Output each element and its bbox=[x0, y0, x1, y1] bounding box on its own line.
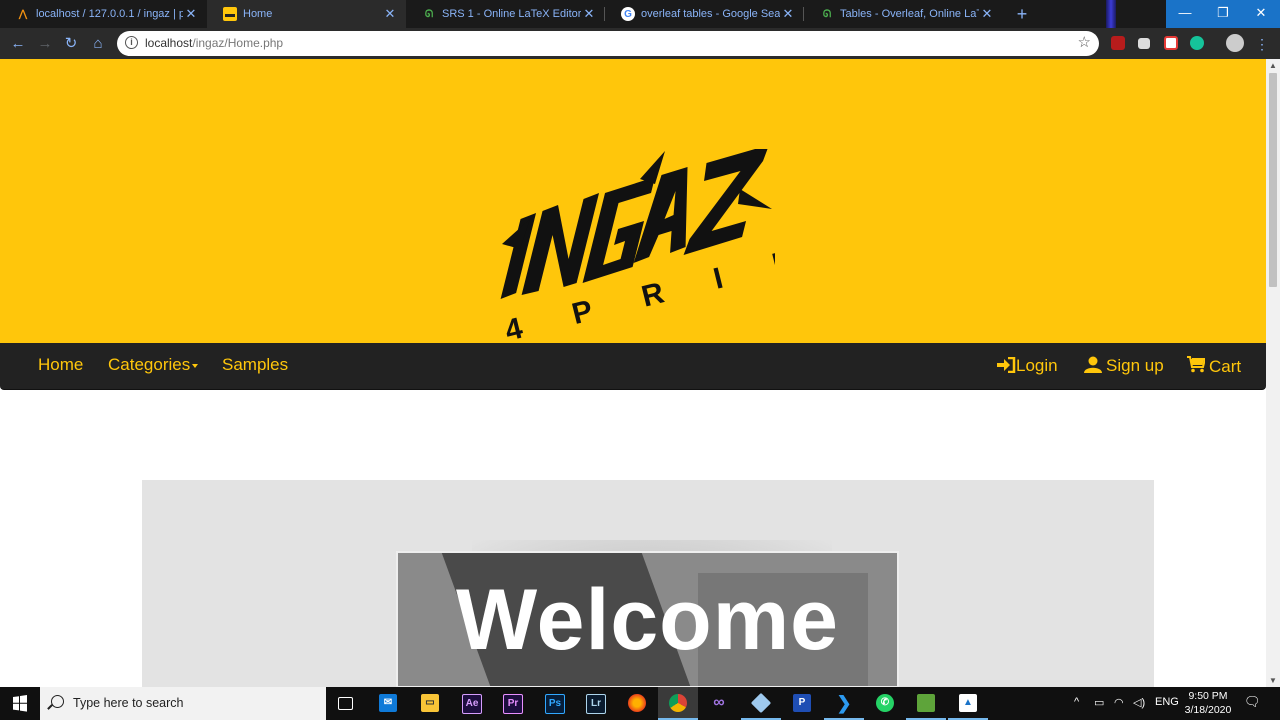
windows-start-icon[interactable] bbox=[0, 687, 40, 720]
restore-button[interactable]: ❐ bbox=[1204, 0, 1242, 28]
notification-icon[interactable]: 🗨 bbox=[1244, 694, 1261, 710]
site-navbar: Home Categories Samples Login Sign up Ca… bbox=[0, 343, 1266, 390]
taskbar-search-box[interactable]: Type here to search bbox=[40, 687, 326, 720]
tab-title: Home bbox=[243, 8, 273, 20]
nav-samples[interactable]: Samples bbox=[222, 355, 288, 375]
phpmyadmin-icon: ⋀ bbox=[18, 8, 28, 20]
reload-button[interactable]: ↻ bbox=[61, 34, 81, 54]
mail-app-icon[interactable]: ✉ bbox=[379, 694, 397, 712]
tab-home[interactable]: ▬ Home ✕ bbox=[207, 0, 406, 28]
back-button[interactable]: ← bbox=[8, 34, 28, 54]
url-host: localhost bbox=[145, 36, 193, 50]
windows-taskbar: Type here to search ✉ ▭ Ae Pr Ps Lr ∞ P … bbox=[0, 687, 1280, 720]
lightroom-icon[interactable]: Lr bbox=[586, 694, 606, 714]
window-controls: — ❐ ✕ bbox=[1166, 0, 1280, 28]
nav-categories-dropdown[interactable]: Categories bbox=[108, 355, 199, 375]
scroll-down-arrow-icon[interactable]: ▼ bbox=[1269, 676, 1277, 685]
home-button[interactable]: ⌂ bbox=[88, 34, 108, 54]
bookmark-star-icon[interactable]: ☆ bbox=[1078, 33, 1091, 51]
close-tab-icon[interactable]: ✕ bbox=[382, 6, 398, 22]
url-path: /ingaz/Home.php bbox=[192, 36, 284, 50]
minimize-button[interactable]: — bbox=[1166, 0, 1204, 28]
page-scrollbar[interactable]: ▲ ▼ bbox=[1266, 59, 1280, 687]
nav-login[interactable]: Login bbox=[996, 356, 1058, 376]
cart-label: Cart bbox=[1209, 357, 1242, 376]
tab-phpmyadmin[interactable]: ⋀ localhost / 127.0.0.1 / ingaz | php ✕ bbox=[0, 0, 207, 28]
signup-label: Sign up bbox=[1106, 356, 1164, 375]
forward-button[interactable]: → bbox=[35, 34, 55, 54]
volume-icon[interactable]: ◁) bbox=[1133, 696, 1145, 709]
scroll-up-arrow-icon[interactable]: ▲ bbox=[1269, 61, 1277, 70]
pdf-extension-icon[interactable] bbox=[1111, 36, 1125, 50]
show-hidden-icons-chevron[interactable]: ^ bbox=[1074, 696, 1079, 708]
tab-title: localhost / 127.0.0.1 / ingaz | php bbox=[36, 8, 183, 20]
overleaf-icon: ᘏ bbox=[822, 8, 832, 20]
tab-srs-overleaf[interactable]: ᘏ SRS 1 - Online LaTeX Editor Overl ✕ bbox=[406, 0, 605, 28]
profile-avatar[interactable] bbox=[1226, 34, 1244, 52]
close-tab-icon[interactable]: ✕ bbox=[183, 6, 199, 22]
after-effects-icon[interactable]: Ae bbox=[462, 694, 482, 714]
p-app-icon[interactable]: P bbox=[793, 694, 811, 712]
chrome-icon[interactable] bbox=[669, 694, 687, 712]
copy-extension-icon[interactable] bbox=[1138, 38, 1150, 49]
welcome-heading: Welcome bbox=[456, 572, 839, 668]
nav-signup[interactable]: Sign up bbox=[1084, 356, 1164, 376]
close-tab-icon[interactable]: ✕ bbox=[581, 6, 597, 22]
pocket-extension-icon[interactable] bbox=[1164, 36, 1178, 50]
language-indicator[interactable]: ENG bbox=[1155, 696, 1179, 708]
task-view-icon[interactable] bbox=[338, 697, 353, 710]
photos-app-icon[interactable]: ▲ bbox=[959, 694, 977, 712]
nav-categories-label: Categories bbox=[108, 355, 191, 374]
google-icon: G bbox=[621, 7, 635, 21]
premiere-icon[interactable]: Pr bbox=[503, 694, 523, 714]
search-placeholder: Type here to search bbox=[73, 696, 184, 710]
vscode-icon[interactable]: ❯ bbox=[835, 694, 853, 712]
new-tab-button[interactable]: + bbox=[1013, 4, 1031, 24]
tab-title: Tables - Overleaf, Online LaTeX E bbox=[840, 8, 979, 20]
visual-studio-icon[interactable]: ∞ bbox=[710, 694, 728, 712]
tab-title: SRS 1 - Online LaTeX Editor Overl bbox=[442, 8, 581, 20]
user-icon bbox=[1084, 356, 1102, 373]
grammarly-extension-icon[interactable] bbox=[1190, 36, 1204, 50]
address-bar[interactable]: i localhost/ingaz/Home.php ☆ bbox=[117, 31, 1099, 56]
tab-title: overleaf tables - Google Search bbox=[641, 8, 780, 20]
caret-down-icon bbox=[192, 363, 199, 368]
close-tab-icon[interactable]: ✕ bbox=[780, 6, 796, 22]
tab-overleaf-tables[interactable]: ᘏ Tables - Overleaf, Online LaTeX E ✕ bbox=[804, 0, 1003, 28]
ingaz-logo: 4 P R I N T bbox=[500, 149, 775, 348]
clock-time: 9:50 PM bbox=[1188, 690, 1228, 702]
site-info-icon[interactable]: i bbox=[125, 36, 138, 49]
url-text[interactable]: localhost/ingaz/Home.php bbox=[145, 36, 283, 50]
system-clock[interactable]: 9:50 PM 3/18/2020 bbox=[1180, 689, 1236, 717]
clock-date: 3/18/2020 bbox=[1184, 704, 1232, 716]
site-icon: ▬ bbox=[223, 7, 237, 21]
tab-strip: ⋀ localhost / 127.0.0.1 / ingaz | php ✕ … bbox=[0, 0, 1280, 28]
scrollbar-thumb[interactable] bbox=[1269, 73, 1277, 287]
tab-google-search[interactable]: G overleaf tables - Google Search ✕ bbox=[605, 0, 804, 28]
file-explorer-icon[interactable]: ▭ bbox=[421, 694, 439, 712]
browser-menu-icon[interactable]: ⋮ bbox=[1252, 34, 1272, 54]
nav-cart[interactable]: Cart bbox=[1187, 356, 1241, 377]
hero-banner: 4 P R I N T bbox=[0, 59, 1266, 348]
browser-toolbar: ← → ↻ ⌂ i localhost/ingaz/Home.php ☆ ⋮ bbox=[0, 28, 1280, 59]
overleaf-icon: ᘏ bbox=[424, 8, 434, 20]
search-icon bbox=[51, 695, 64, 708]
battery-icon[interactable]: ▭ bbox=[1094, 696, 1104, 709]
virtualbox-icon[interactable] bbox=[750, 692, 772, 714]
login-icon bbox=[997, 356, 1016, 374]
wallpaper-peek bbox=[1106, 0, 1116, 28]
notepad-plus-icon[interactable] bbox=[917, 694, 935, 712]
wifi-icon[interactable]: ◠ bbox=[1114, 696, 1124, 709]
whatsapp-icon[interactable]: ✆ bbox=[876, 694, 894, 712]
login-label: Login bbox=[1016, 356, 1058, 375]
close-window-button[interactable]: ✕ bbox=[1242, 0, 1280, 28]
shopping-cart-icon bbox=[1187, 356, 1207, 373]
close-tab-icon[interactable]: ✕ bbox=[979, 6, 995, 22]
firefox-icon[interactable] bbox=[628, 694, 646, 712]
welcome-banner: Welcome bbox=[396, 551, 899, 688]
photoshop-icon[interactable]: Ps bbox=[545, 694, 565, 714]
nav-home[interactable]: Home bbox=[38, 355, 83, 375]
